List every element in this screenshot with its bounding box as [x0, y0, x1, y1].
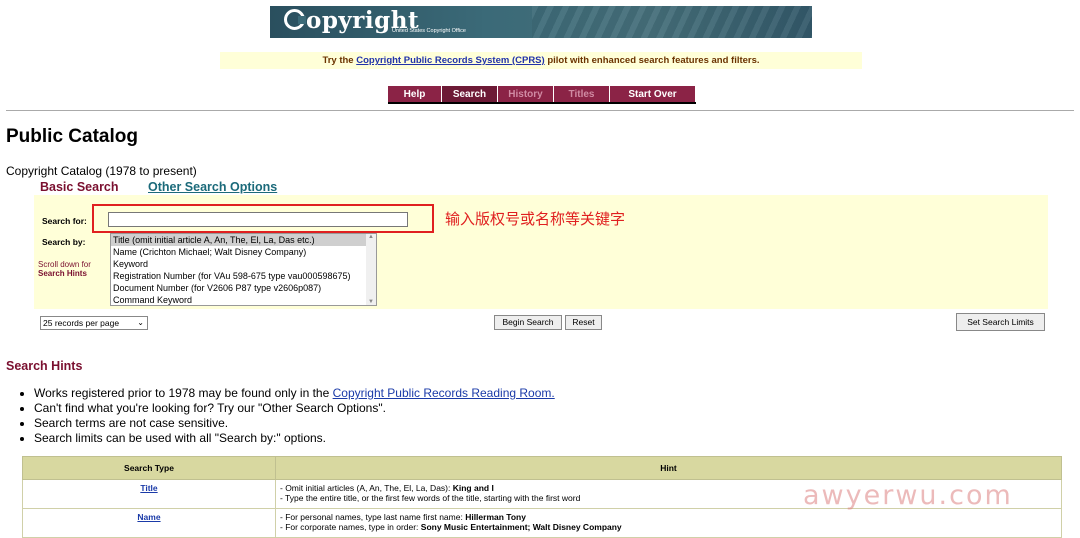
chevron-down-icon: ⌄	[137, 318, 144, 327]
hint-item: Can't find what you're looking for? Try …	[34, 401, 555, 416]
cprs-link[interactable]: Copyright Public Records System (CPRS)	[356, 55, 544, 66]
set-search-limits-button[interactable]: Set Search Limits	[956, 313, 1045, 331]
search-by-option-registration-number[interactable]: Registration Number (for VAu 598-675 typ…	[111, 270, 376, 282]
annotation-highlight-box	[92, 204, 434, 233]
search-hints-list: Works registered prior to 1978 may be fo…	[18, 386, 555, 446]
table-row: Name - For personal names, type last nam…	[22, 508, 1062, 538]
banner-subtitle: United States Copyright Office	[392, 28, 466, 34]
search-by-label: Search by:	[42, 237, 86, 247]
name-hint-link[interactable]: Name	[137, 512, 160, 522]
column-header-search-type: Search Type	[22, 456, 276, 480]
title-hint-link[interactable]: Title	[140, 483, 157, 493]
reading-room-link[interactable]: Copyright Public Records Reading Room.	[333, 386, 555, 400]
listbox-scrollbar[interactable]	[366, 234, 376, 305]
search-for-label: Search for:	[42, 216, 87, 226]
main-nav: Help Search History Titles Start Over	[388, 86, 696, 103]
search-by-option-title[interactable]: Title (omit initial article A, An, The, …	[111, 234, 376, 246]
catalog-label: Copyright Catalog (1978 to present)	[6, 164, 197, 178]
column-header-hint: Hint	[275, 456, 1062, 480]
annotation-text: 输入版权号或名称等关键字	[445, 210, 626, 228]
hint-item: Search terms are not case sensitive.	[34, 416, 555, 431]
table-header-row: Search Type Hint	[22, 456, 1062, 480]
reset-button[interactable]: Reset	[565, 315, 602, 330]
hint-item: Works registered prior to 1978 may be fo…	[34, 386, 555, 401]
copyright-c-icon	[284, 9, 306, 30]
watermark: awyerwu.com	[803, 480, 1013, 511]
search-by-option-name[interactable]: Name (Crichton Michael; Walt Disney Comp…	[111, 246, 376, 258]
scroll-hint-text: Scroll down for	[38, 260, 91, 269]
search-by-option-keyword[interactable]: Keyword	[111, 258, 376, 270]
records-per-page-select[interactable]: 25 records per page ⌄	[40, 316, 148, 330]
copyright-office-banner: opyright United States Copyright Office	[270, 6, 812, 38]
hint-item: Search limits can be used with all "Sear…	[34, 431, 555, 446]
nav-search[interactable]: Search	[442, 86, 498, 103]
page-title: Public Catalog	[6, 126, 138, 147]
divider	[6, 110, 1074, 111]
nav-help[interactable]: Help	[388, 86, 442, 103]
cprs-notice: Try the Copyright Public Records System …	[220, 52, 862, 69]
nav-start-over[interactable]: Start Over	[610, 86, 696, 103]
search-type-cell: Name	[22, 508, 276, 538]
hint-cell: - For personal names, type last name fir…	[275, 508, 1062, 538]
tab-other-search-options[interactable]: Other Search Options	[148, 180, 277, 194]
nav-underline	[388, 102, 696, 104]
begin-search-button[interactable]: Begin Search	[494, 315, 562, 330]
tab-basic-search[interactable]: Basic Search	[40, 180, 119, 194]
banner-background	[532, 6, 812, 38]
nav-titles: Titles	[554, 86, 610, 103]
search-by-option-document-number[interactable]: Document Number (for V2606 P87 type v260…	[111, 282, 376, 294]
search-by-listbox[interactable]: Title (omit initial article A, An, The, …	[110, 233, 377, 306]
nav-history: History	[498, 86, 554, 103]
search-hints-heading: Search Hints	[6, 359, 83, 373]
search-type-cell: Title	[22, 479, 276, 509]
search-hints-link[interactable]: Search Hints	[38, 269, 87, 278]
search-by-option-command-keyword[interactable]: Command Keyword	[111, 294, 376, 305]
